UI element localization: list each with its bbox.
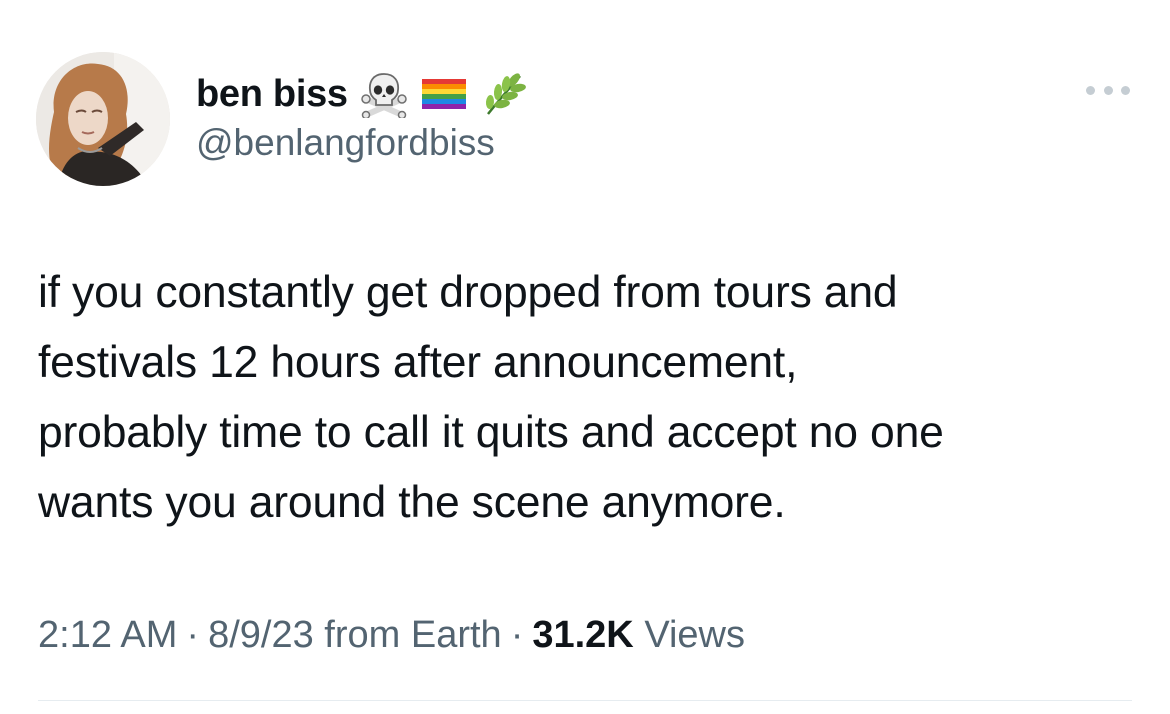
more-dot	[1086, 85, 1095, 95]
tweet-time[interactable]: 2:12 AM	[38, 614, 177, 656]
more-dot	[1103, 85, 1113, 95]
meta-separator: ·	[186, 614, 200, 656]
tweet-text-line: probably time to call it quits and accep…	[38, 408, 944, 457]
tweet-card: ben biss @benlangfordbiss if you constan…	[0, 0, 1170, 714]
views-label: Views	[644, 614, 745, 656]
tweet-text: if you constantly get dropped from tours…	[38, 258, 1138, 538]
skull-crossbones-icon	[361, 73, 407, 118]
tweet-source: from Earth	[324, 614, 502, 656]
tweet-date[interactable]: 8/9/23	[208, 614, 314, 656]
avatar[interactable]	[36, 52, 170, 186]
author-display-name[interactable]: ben biss	[196, 73, 348, 116]
tweet-text-line: festivals 12 hours after announcement,	[38, 338, 798, 387]
rainbow-flag-icon	[421, 79, 466, 109]
views-count[interactable]: 31.2K	[532, 614, 633, 656]
author-name-row: ben biss	[196, 66, 528, 122]
tweet-meta: 2:12 AM · 8/9/23 from Earth · 31.2K Views	[38, 614, 745, 657]
tweet-text-line: if you constantly get dropped from tours…	[38, 268, 898, 317]
meta-separator: ·	[510, 614, 524, 656]
author-handle[interactable]: @benlangfordbiss	[196, 122, 495, 164]
herb-icon	[485, 73, 526, 115]
avatar-image	[36, 52, 170, 186]
more-options-icon[interactable]	[1086, 78, 1130, 102]
more-dot	[1121, 85, 1130, 95]
tweet-text-line: wants you around the scene anymore.	[38, 478, 786, 527]
divider	[38, 700, 1132, 701]
